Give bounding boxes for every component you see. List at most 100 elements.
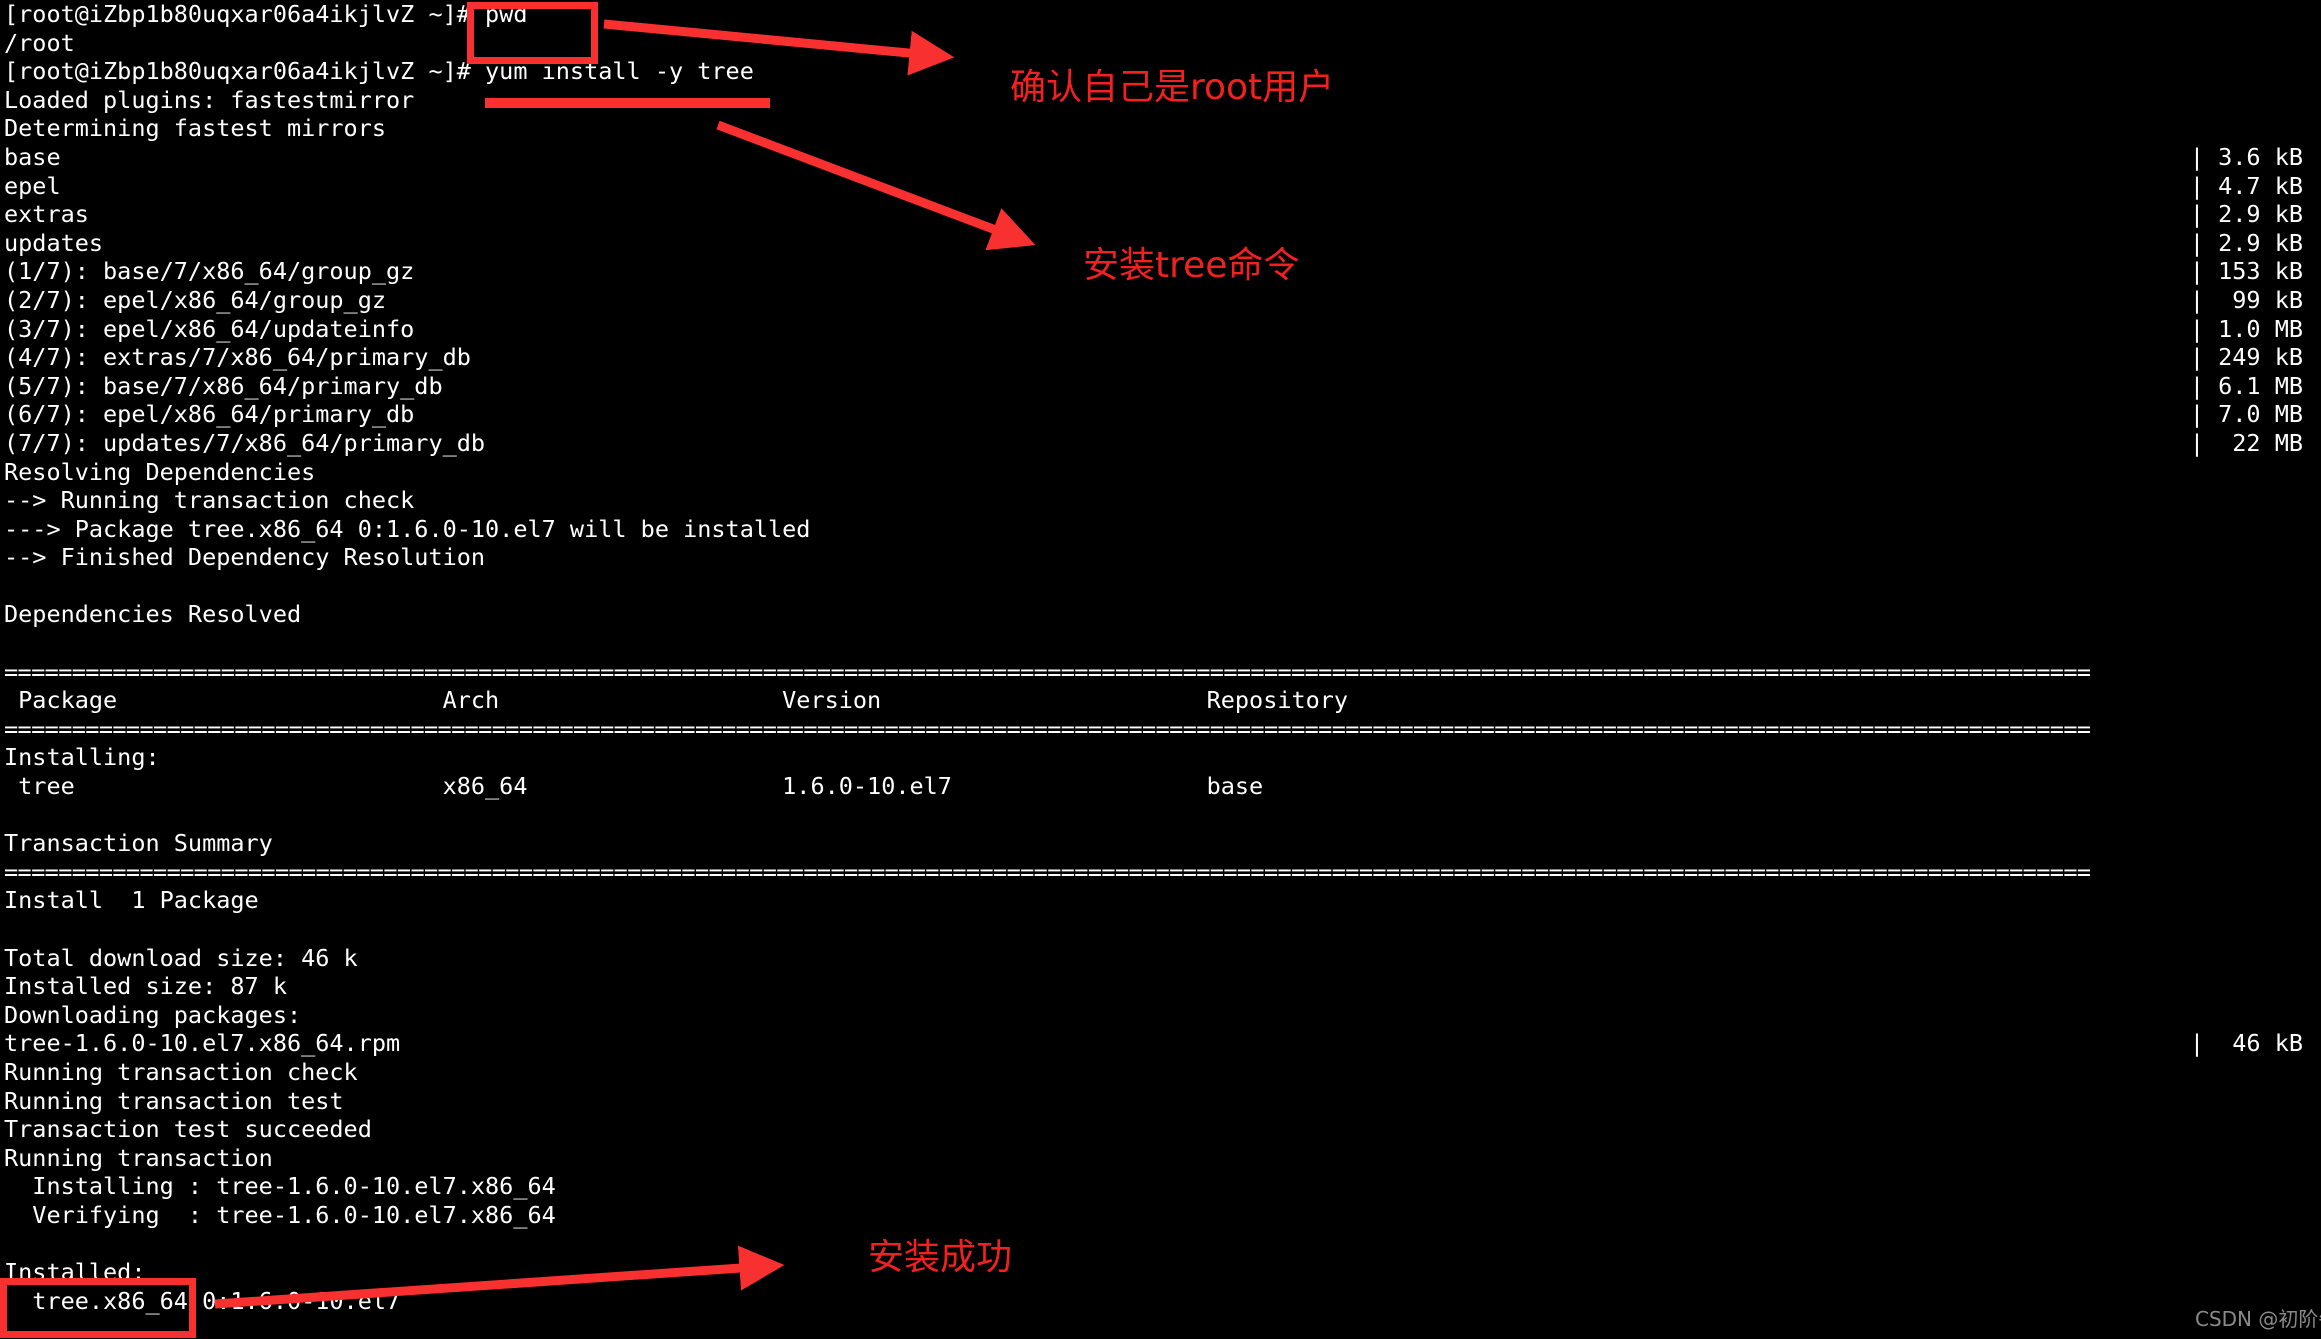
terminal-line <box>0 915 2321 944</box>
terminal-line-text: Running transaction test <box>4 1086 344 1115</box>
terminal-line-text: Installed: <box>4 1258 146 1287</box>
terminal-line-text: Running transaction <box>4 1143 273 1172</box>
terminal-line-text: (6/7): epel/x86_64/primary_db <box>4 400 415 429</box>
terminal-line-text: (5/7): base/7/x86_64/primary_db <box>4 371 443 400</box>
terminal-line: (2/7): epel/x86_64/group_gz | 99 kB <box>0 286 2321 315</box>
terminal-line: Running transaction test <box>0 1087 2321 1116</box>
download-size: | 3.6 kB <box>2189 142 2303 171</box>
terminal-line-text: (3/7): epel/x86_64/updateinfo <box>4 314 415 343</box>
terminal-line-text: Running transaction check <box>4 1057 358 1086</box>
terminal-line-text: Transaction Summary <box>4 829 273 858</box>
terminal-line-text: Dependencies Resolved <box>4 600 302 629</box>
terminal-line-text: ---> Package tree.x86_64 0:1.6.0-10.el7 … <box>4 514 811 543</box>
terminal-line-text: Install 1 Package <box>4 886 259 915</box>
terminal-line-text: Downloading packages: <box>4 1000 302 1029</box>
terminal-line <box>0 1230 2321 1259</box>
terminal-line-text: /root <box>4 28 75 57</box>
terminal-line-text: tree-1.6.0-10.el7.x86_64.rpm <box>4 1029 401 1058</box>
terminal-line: extras | 2.9 kB <box>0 200 2321 229</box>
terminal-line-text: tree.x86_64 0:1.6.0-10.el7 <box>4 1286 401 1315</box>
table-separator: ========================================… <box>4 857 2091 886</box>
terminal-line: Total download size: 46 k <box>0 944 2321 973</box>
download-size: | 153 kB <box>2189 257 2303 286</box>
terminal-line: Installed: <box>0 1258 2321 1287</box>
terminal-line-text: Resolving Dependencies <box>4 457 316 486</box>
terminal-line-text: Determining fastest mirrors <box>4 114 387 143</box>
terminal-line-text: Package Arch Version Repository <box>4 686 1349 715</box>
terminal-line: tree.x86_64 0:1.6.0-10.el7 <box>0 1287 2321 1316</box>
terminal-line: Install 1 Package <box>0 886 2321 915</box>
terminal-line: (6/7): epel/x86_64/primary_db | 7.0 MB <box>0 400 2321 429</box>
download-size: | 7.0 MB <box>2189 400 2303 429</box>
terminal-line <box>0 1315 2321 1339</box>
terminal-line: Verifying : tree-1.6.0-10.el7.x86_64 <box>0 1201 2321 1230</box>
terminal-line <box>0 572 2321 601</box>
terminal-output[interactable]: [root@iZbp1b80uqxar06a4ikjlvZ ~]# pwd/ro… <box>0 0 2321 1339</box>
download-size: | 2.9 kB <box>2189 200 2303 229</box>
terminal-line: Package Arch Version Repository <box>0 686 2321 715</box>
terminal-line: Loaded plugins: fastestmirror <box>0 86 2321 115</box>
terminal-line-text <box>4 801 18 829</box>
download-size: | 6.1 MB <box>2189 371 2303 400</box>
terminal-line <box>0 801 2321 830</box>
terminal-line: --> Finished Dependency Resolution <box>0 543 2321 572</box>
terminal-line: (3/7): epel/x86_64/updateinfo | 1.0 MB <box>0 315 2321 344</box>
terminal-line: ========================================… <box>0 715 2321 744</box>
download-size: | 46 kB <box>2189 1029 2303 1058</box>
terminal-line: Installing: <box>0 743 2321 772</box>
terminal-line: /root <box>0 29 2321 58</box>
terminal-screen: [root@iZbp1b80uqxar06a4ikjlvZ ~]# pwd/ro… <box>0 0 2321 1339</box>
terminal-line-text <box>4 629 18 657</box>
terminal-line-text: base <box>4 142 61 171</box>
terminal-line: [root@iZbp1b80uqxar06a4ikjlvZ ~]# yum in… <box>0 57 2321 86</box>
terminal-line: base | 3.6 kB <box>0 143 2321 172</box>
terminal-line: ========================================… <box>0 858 2321 887</box>
terminal-line-text: Installing: <box>4 743 160 772</box>
terminal-line: Running transaction check <box>0 1058 2321 1087</box>
terminal-line-text: tree x86_64 1.6.0-10.el7 base <box>4 772 1264 801</box>
terminal-line: [root@iZbp1b80uqxar06a4ikjlvZ ~]# pwd <box>0 0 2321 29</box>
terminal-line-text <box>4 1230 18 1258</box>
terminal-line: (1/7): base/7/x86_64/group_gz | 153 kB <box>0 257 2321 286</box>
terminal-line-text <box>4 915 18 943</box>
terminal-line: Downloading packages: <box>0 1001 2321 1030</box>
terminal-line-text: Transaction test succeeded <box>4 1115 372 1144</box>
terminal-line-text: Verifying : tree-1.6.0-10.el7.x86_64 <box>4 1200 556 1229</box>
terminal-line: Running transaction <box>0 1144 2321 1173</box>
terminal-line-text: [root@iZbp1b80uqxar06a4ikjlvZ ~]# yum in… <box>4 57 754 86</box>
terminal-line: ---> Package tree.x86_64 0:1.6.0-10.el7 … <box>0 515 2321 544</box>
terminal-line: tree-1.6.0-10.el7.x86_64.rpm | 46 kB <box>0 1029 2321 1058</box>
terminal-line: Installed size: 87 k <box>0 972 2321 1001</box>
terminal-line: updates | 2.9 kB <box>0 229 2321 258</box>
terminal-line <box>0 629 2321 658</box>
terminal-line: (4/7): extras/7/x86_64/primary_db | 249 k… <box>0 343 2321 372</box>
terminal-line: (7/7): updates/7/x86_64/primary_db | 22 M… <box>0 429 2321 458</box>
terminal-line-text: epel <box>4 171 61 200</box>
terminal-line-text <box>4 572 18 600</box>
terminal-line: epel | 4.7 kB <box>0 172 2321 201</box>
terminal-line-text: Installing : tree-1.6.0-10.el7.x86_64 <box>4 1172 556 1201</box>
terminal-line: ========================================… <box>0 658 2321 687</box>
terminal-line-text: extras <box>4 200 89 229</box>
terminal-line: (5/7): base/7/x86_64/primary_db | 6.1 MB <box>0 372 2321 401</box>
terminal-line: Installing : tree-1.6.0-10.el7.x86_64 <box>0 1172 2321 1201</box>
terminal-line-text: (4/7): extras/7/x86_64/primary_db <box>4 343 471 372</box>
terminal-line-text <box>4 1315 18 1339</box>
terminal-line-text: (7/7): updates/7/x86_64/primary_db <box>4 428 486 457</box>
terminal-line-text: (2/7): epel/x86_64/group_gz <box>4 285 387 314</box>
download-size: | 22 MB <box>2189 428 2303 457</box>
terminal-line-text: Installed size: 87 k <box>4 972 287 1001</box>
download-size: | 99 kB <box>2189 285 2303 314</box>
terminal-line: Dependencies Resolved <box>0 600 2321 629</box>
terminal-line-text: (1/7): base/7/x86_64/group_gz <box>4 257 415 286</box>
download-size: | 1.0 MB <box>2189 314 2303 343</box>
download-size: | 2.9 kB <box>2189 228 2303 257</box>
terminal-line-text: updates <box>4 228 104 257</box>
table-separator: ========================================… <box>4 657 2091 686</box>
terminal-line: Resolving Dependencies <box>0 458 2321 487</box>
terminal-line: tree x86_64 1.6.0-10.el7 base <box>0 772 2321 801</box>
terminal-line: Transaction Summary <box>0 829 2321 858</box>
terminal-line-text: Total download size: 46 k <box>4 943 358 972</box>
download-size: | 4.7 kB <box>2189 171 2303 200</box>
download-size: | 249 kB <box>2189 343 2303 372</box>
